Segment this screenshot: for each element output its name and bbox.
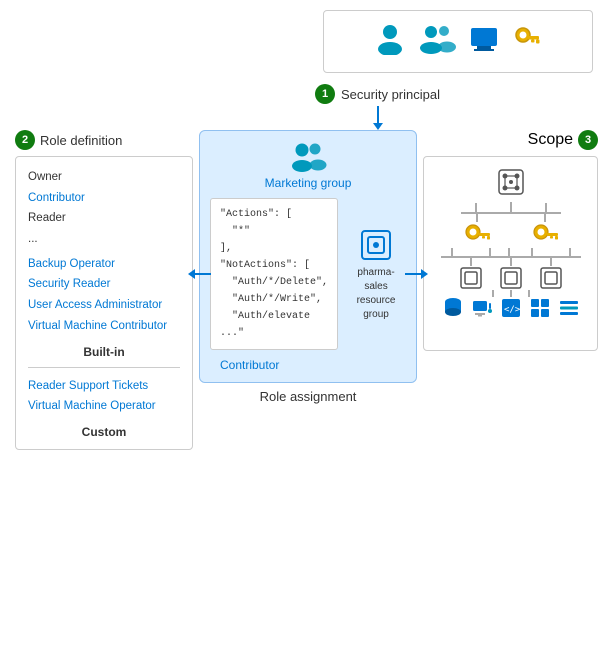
- app-service-icon: [529, 297, 551, 319]
- security-principal-label: 1 Security principal: [315, 84, 440, 104]
- scope-section: Scope 3: [423, 130, 598, 351]
- app-icon: [469, 24, 499, 59]
- scope-box: </>: [423, 156, 598, 351]
- role-assignment-section: Marketing group "Actions": [ "*" ],: [199, 130, 417, 404]
- role-definition-section: 2 Role definition Owner Contributor Read…: [15, 130, 193, 450]
- mgmt-group-node: [496, 167, 526, 202]
- diagram-container: 1 Security principal 2 Role definition O…: [0, 0, 600, 645]
- tree-lines-3: [492, 290, 530, 297]
- right-arrow: [405, 269, 428, 279]
- role-definition-box: Owner Contributor Reader ... Backup Oper…: [15, 156, 193, 450]
- resource-group-area: pharma-salesresource group: [346, 227, 406, 322]
- security-reader-role[interactable]: Security Reader: [28, 274, 180, 295]
- subscription-level: [463, 214, 559, 248]
- backup-operator-role[interactable]: Backup Operator: [28, 254, 180, 275]
- marketing-group-icon: [289, 141, 327, 173]
- tree-h-line-2: [441, 256, 581, 258]
- marketing-group-label: Marketing group: [265, 176, 352, 190]
- rg-icon-2: [499, 266, 523, 290]
- vm-icon: [471, 297, 493, 319]
- role-assignment-title: Role assignment: [260, 389, 357, 404]
- rg-icon-3: [539, 266, 563, 290]
- code-box: "Actions": [ "*" ], "NotActions": [ "Aut…: [210, 198, 338, 350]
- owner-role[interactable]: Owner: [28, 167, 180, 188]
- key-icon-right: [531, 222, 559, 248]
- resource-group-icon: [358, 227, 394, 263]
- user-access-admin-role[interactable]: User Access Administrator: [28, 295, 180, 316]
- vm-operator-role[interactable]: Virtual Machine Operator: [28, 396, 180, 417]
- resource-group-label: pharma-salesresource group: [346, 266, 406, 322]
- scope-tree: </>: [432, 167, 589, 319]
- reader-role[interactable]: Reader: [28, 208, 180, 229]
- group-icon: [417, 23, 457, 60]
- svg-text:</>: </>: [504, 305, 521, 315]
- builtin-label: Built-in: [28, 345, 180, 359]
- tree-lines-2: [489, 248, 533, 256]
- number-2: 2: [15, 130, 35, 150]
- contributor-label: Contributor: [220, 358, 406, 372]
- security-principal-box: [323, 10, 593, 73]
- storage-icon: [442, 297, 464, 319]
- key-icon: [511, 24, 541, 59]
- number-1: 1: [315, 84, 335, 104]
- function-icon: </>: [500, 297, 522, 319]
- ellipsis-role: ...: [28, 229, 180, 250]
- role-assignment-box: Marketing group "Actions": [ "*" ],: [199, 130, 417, 383]
- reader-support-role[interactable]: Reader Support Tickets: [28, 376, 180, 397]
- vm-contributor-role[interactable]: Virtual Machine Contributor: [28, 316, 180, 337]
- lines-icon: [558, 297, 580, 319]
- scope-label: Scope 3: [423, 130, 598, 150]
- left-arrow: [188, 269, 211, 279]
- role-definition-label: 2 Role definition: [15, 130, 193, 150]
- resource-group-level: [459, 258, 563, 290]
- tree-h-line-1: [461, 212, 561, 214]
- number-3: 3: [578, 130, 598, 150]
- custom-label: Custom: [28, 425, 180, 439]
- user-icon: [375, 23, 405, 60]
- key-icon-left: [463, 222, 491, 248]
- tree-line-1: [510, 202, 512, 212]
- rg-icon-1: [459, 266, 483, 290]
- resource-level: </>: [442, 297, 580, 319]
- contributor-role[interactable]: Contributor: [28, 188, 180, 209]
